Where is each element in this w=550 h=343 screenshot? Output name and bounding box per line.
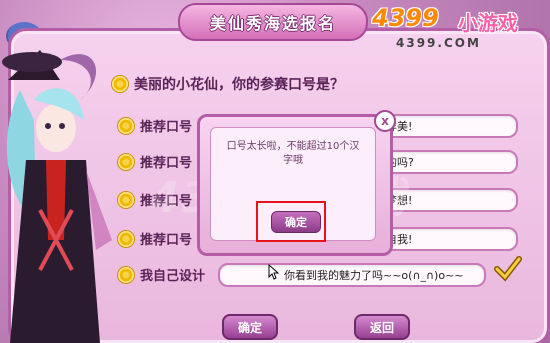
flower-icon <box>118 230 134 247</box>
slogan-option-label: 推荐口号 <box>140 120 193 135</box>
question-line: 美丽的小花仙，你的参赛口号是？ <box>112 74 344 94</box>
custom-slogan-input[interactable]: 你看到我的魅力了吗~~o(∩_∩)o~~ <box>218 263 486 287</box>
panel-title: 美仙秀海选报名 <box>178 3 368 41</box>
game-screen: 美仙秀海选报名 4399 小游戏 4399.COM 美丽的小花仙，你的参赛口号是… <box>0 0 550 343</box>
brand-game-text: 小游戏 <box>458 11 518 35</box>
brand-url: 4399.COM <box>396 36 481 50</box>
mouse-cursor-icon <box>268 264 280 280</box>
dialog-close-button[interactable]: x <box>374 110 396 132</box>
fairy-character <box>2 50 112 343</box>
confirm-button[interactable]: 确定 <box>222 314 278 340</box>
flower-icon <box>112 76 128 92</box>
question-text: 美丽的小花仙，你的参赛口号是？ <box>134 77 344 93</box>
brand-number: 4399 <box>372 4 439 32</box>
checkmark-icon[interactable] <box>494 255 522 283</box>
custom-slogan-row: 我自己设计 <box>118 265 205 284</box>
highlight-box <box>256 201 326 242</box>
back-button[interactable]: 返回 <box>354 314 410 340</box>
flower-icon <box>118 191 134 208</box>
custom-slogan-text: 你看到我的魅力了吗~~o(∩_∩)o~~ <box>284 269 464 282</box>
slogan-option[interactable]: 推荐口号 <box>118 116 192 135</box>
flower-icon <box>118 266 134 283</box>
dialog-message: 口号太长啦，不能超过10个汉字哦 <box>226 141 360 166</box>
flower-icon <box>118 153 134 170</box>
custom-slogan-label: 我自己设计 <box>140 269 206 284</box>
flower-icon <box>118 117 134 134</box>
slogan-option[interactable]: 推荐口号 <box>118 229 192 248</box>
brand-logo: 4399 小游戏 4399.COM <box>372 4 546 54</box>
slogan-option-label: 推荐口号 <box>140 233 193 248</box>
